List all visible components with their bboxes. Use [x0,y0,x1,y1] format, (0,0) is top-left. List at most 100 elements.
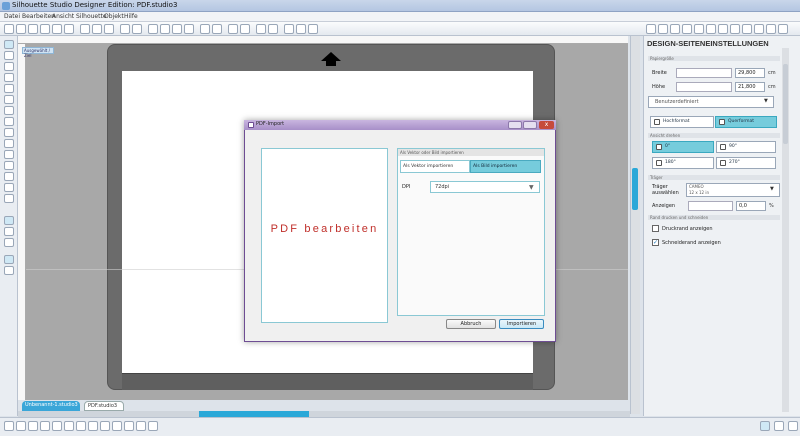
ungroup-bottom-icon[interactable] [52,421,62,431]
rounded-rect-tool-icon[interactable] [4,84,14,93]
canvas-vertical-scrollbar[interactable] [630,36,640,414]
print-icon[interactable] [64,24,74,34]
zoom-in-icon[interactable] [148,24,158,34]
height-input[interactable]: 21,800 [735,82,765,92]
arc-tool-icon[interactable] [4,150,14,159]
delete-icon[interactable] [240,24,250,34]
select-tool-icon[interactable] [4,40,14,49]
tab-untitled-document[interactable]: Unbenannt-1.studio3 x [22,401,80,418]
tab-import-vector[interactable]: Als Vektor importieren [400,160,470,173]
cut-margin-checkbox[interactable]: ✓ [652,239,659,246]
dialog-maximize-button[interactable] [523,121,537,129]
tab-pdf-document[interactable]: PDF.studio3 x [84,401,124,417]
store-icon[interactable] [52,24,62,34]
curve-tool-icon[interactable] [4,117,14,126]
line-color-icon[interactable] [670,24,680,34]
panel-scroll-thumb[interactable] [783,64,788,144]
cut-settings-icon[interactable] [754,24,764,34]
offset-icon[interactable] [718,24,728,34]
ungroup-icon[interactable] [212,24,222,34]
edit-points-icon[interactable] [28,421,38,431]
paste-bottom-icon[interactable] [100,421,110,431]
save-icon[interactable] [28,24,38,34]
new-icon[interactable] [4,24,14,34]
group-bottom-icon[interactable] [40,421,50,431]
rotate-bottom-icon[interactable] [124,421,134,431]
flip-icon[interactable] [112,421,122,431]
fill-icon[interactable] [296,24,306,34]
undo-icon[interactable] [120,24,130,34]
duplicate-icon[interactable] [228,24,238,34]
show-input[interactable]: 0,0 [736,201,766,211]
dialog-close-button[interactable]: x [539,121,554,129]
scissors-icon[interactable] [774,421,784,431]
zoom-tool-icon[interactable] [4,51,14,60]
lock-icon[interactable] [136,421,146,431]
text-style-icon[interactable] [646,24,656,34]
fill-color-icon[interactable] [658,24,668,34]
line-icon[interactable] [308,24,318,34]
dialog-minimize-button[interactable] [508,121,522,129]
modify-icon[interactable] [694,24,704,34]
redo-icon[interactable] [132,24,142,34]
line-tool-icon[interactable] [4,62,14,71]
canvas-vertical-scroll-thumb[interactable] [632,168,638,210]
knife-tool-icon[interactable] [4,194,14,203]
bring-front-icon[interactable] [256,24,266,34]
layer-bottom-icon[interactable] [148,421,158,431]
tab-import-image[interactable]: Als Bild importieren [470,160,541,173]
menu-object[interactable]: Objekt [104,12,124,22]
trace-icon[interactable] [730,24,740,34]
eraser-tool-icon[interactable] [4,183,14,192]
select-all-icon[interactable] [4,421,14,431]
dpi-select[interactable]: 72dpi [430,181,540,193]
chevron-down-icon[interactable]: ▼ [529,184,534,191]
polygon-tool-icon[interactable] [4,106,14,115]
menu-edit[interactable]: Bearbeiten [22,12,55,22]
open-icon[interactable] [16,24,26,34]
menu-silhouette[interactable]: Silhouette [76,12,107,22]
copy-icon[interactable] [92,24,102,34]
send-icon[interactable] [788,421,798,431]
width-input[interactable]: 29,800 [735,68,765,78]
replicate-icon[interactable] [682,24,692,34]
registration-marks-icon[interactable] [4,266,14,275]
page-settings-icon[interactable] [742,24,752,34]
show-slider[interactable] [688,201,733,211]
pan-icon[interactable] [184,24,194,34]
paste-icon[interactable] [104,24,114,34]
weld-icon[interactable] [284,24,294,34]
deselect-icon[interactable] [16,421,26,431]
library-icon[interactable] [40,24,50,34]
menu-file[interactable]: Datei [4,12,20,22]
menu-help[interactable]: Hilfe [124,12,138,22]
zoom-out-icon[interactable] [160,24,170,34]
media-size-select[interactable]: Benutzerdefiniert [648,96,774,108]
send-to-silhouette-icon[interactable] [766,24,776,34]
zoom-fit-icon[interactable] [172,24,182,34]
ellipse-tool-icon[interactable] [4,95,14,104]
make-compound-icon[interactable] [64,421,74,431]
library-view-icon[interactable] [4,227,14,236]
gear-icon[interactable] [760,421,770,431]
cut-icon[interactable] [80,24,90,34]
menu-view[interactable]: Ansicht [52,12,74,22]
freehand-tool-icon[interactable] [4,128,14,137]
layers-icon[interactable] [778,24,788,34]
height-slider[interactable] [676,82,732,92]
print-margin-checkbox[interactable] [652,225,659,232]
cancel-button[interactable]: Abbruch [446,319,496,329]
group-icon[interactable] [200,24,210,34]
polygon-shape-tool-icon[interactable] [4,161,14,170]
design-view-icon[interactable] [4,216,14,225]
grid-icon[interactable] [4,255,14,264]
carrier-select[interactable]: CAMEO 12 x 12 in [686,183,780,197]
send-back-icon[interactable] [268,24,278,34]
width-slider[interactable] [676,68,732,78]
store-view-icon[interactable] [4,238,14,247]
chevron-down-icon[interactable]: ▼ [770,186,774,192]
release-compound-icon[interactable] [76,421,86,431]
text-tool-icon[interactable] [4,172,14,181]
rectangle-tool-icon[interactable] [4,73,14,82]
align-icon[interactable] [706,24,716,34]
